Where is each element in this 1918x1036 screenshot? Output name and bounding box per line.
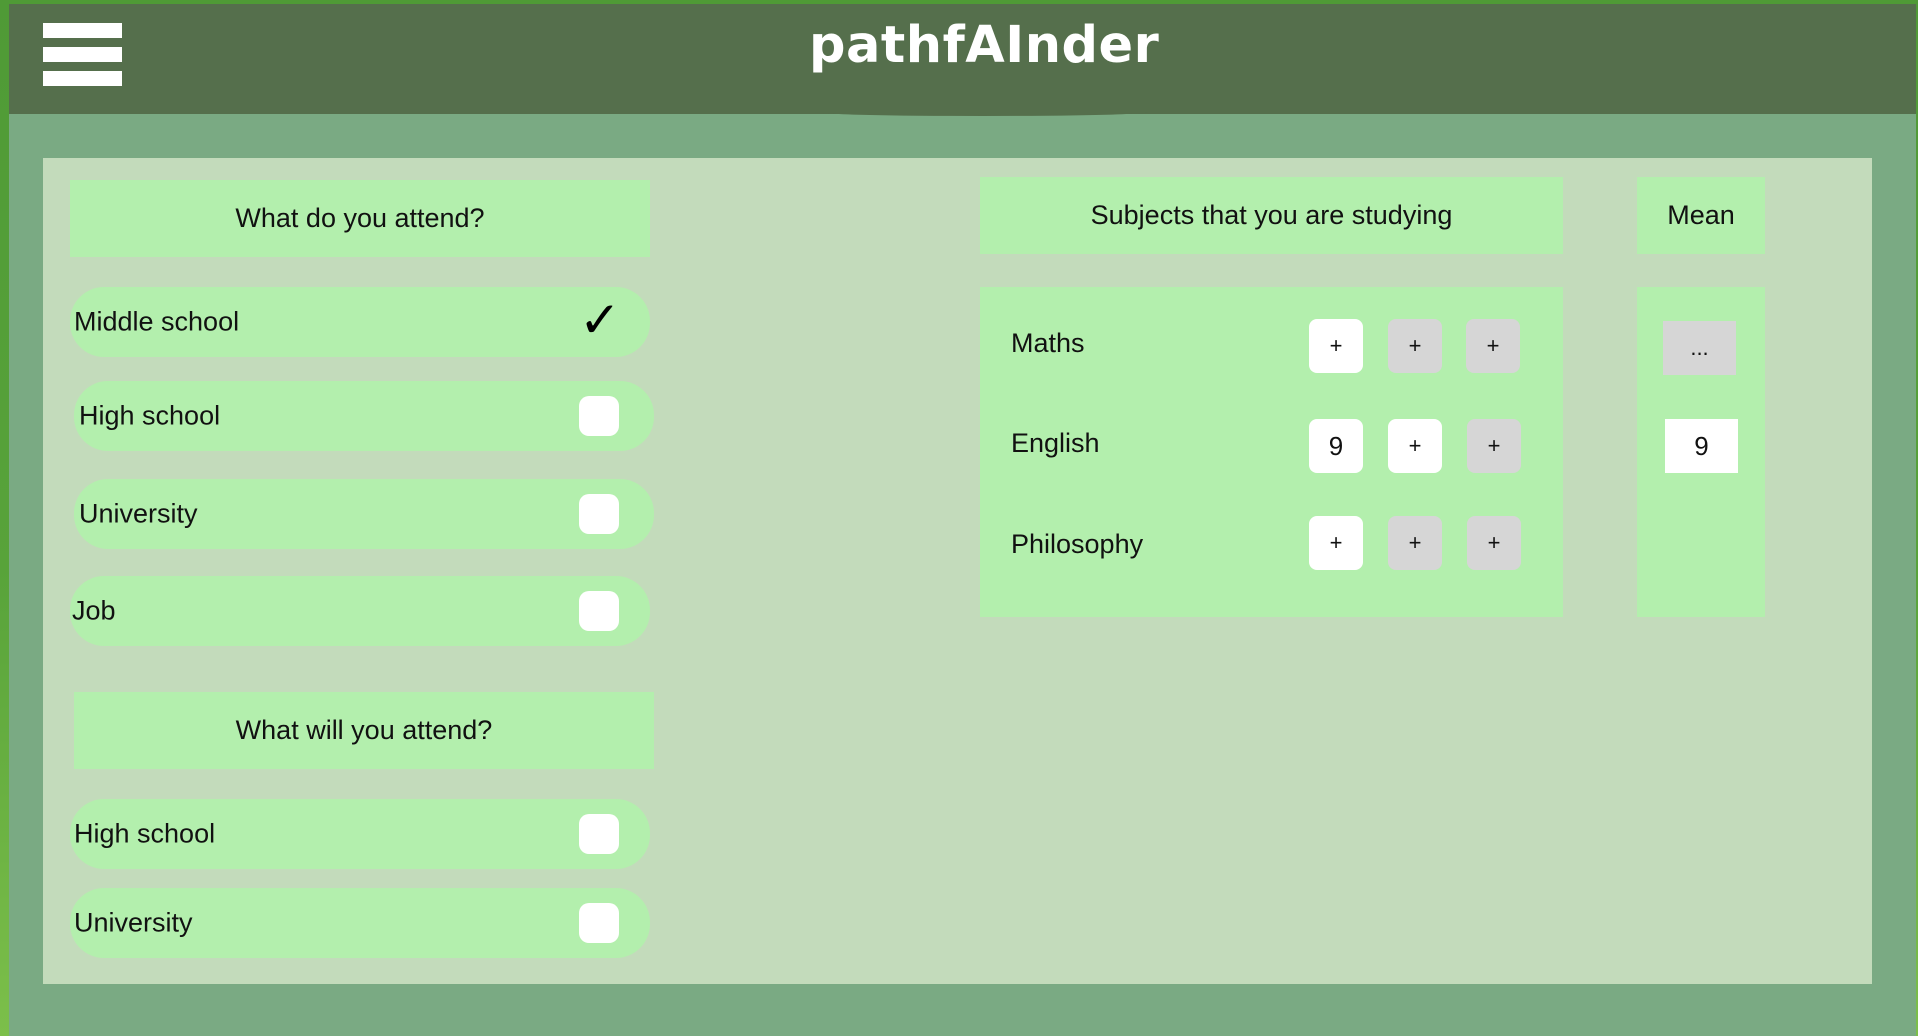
option-university[interactable]: University: [74, 479, 654, 549]
option-label: University: [74, 907, 193, 938]
subjects-heading: Subjects that you are studying: [980, 177, 1563, 254]
future-option-high-school[interactable]: High school: [70, 799, 650, 869]
subject-name: Philosophy: [1011, 529, 1144, 559]
hamburger-menu-icon[interactable]: [43, 23, 122, 86]
grade-add-button[interactable]: +: [1467, 419, 1521, 473]
menu-line: [43, 71, 122, 86]
top-bar-notch: [815, 108, 1150, 116]
option-label: Middle school: [74, 306, 240, 337]
app-title: pathfAInder: [809, 16, 1160, 75]
option-high-school[interactable]: High school: [74, 381, 654, 451]
mean-value-pending: ...: [1663, 321, 1736, 375]
grade-add-button[interactable]: +: [1388, 516, 1442, 570]
option-label: High school: [79, 400, 221, 431]
menu-line: [43, 23, 122, 38]
grade-value[interactable]: 9: [1309, 419, 1363, 473]
attend-now-heading: What do you attend?: [70, 180, 650, 257]
checkbox[interactable]: [579, 396, 619, 436]
attend-future-heading: What will you attend?: [74, 692, 654, 769]
option-label: Job: [72, 595, 116, 626]
subjects-card: Maths + + + English 9 + + Philosophy + +…: [980, 287, 1563, 617]
option-label: University: [79, 498, 198, 529]
checkbox[interactable]: [579, 814, 619, 854]
checkmark-icon: ✓: [579, 291, 621, 349]
mean-value: 9: [1665, 419, 1738, 473]
mean-heading: Mean: [1637, 177, 1765, 254]
grade-add-button[interactable]: +: [1466, 319, 1520, 373]
subject-name: English: [1011, 428, 1100, 458]
mean-card: ... 9: [1637, 287, 1765, 617]
future-option-university[interactable]: University: [70, 888, 650, 958]
grade-add-button[interactable]: +: [1388, 319, 1442, 373]
option-job[interactable]: Job: [70, 576, 650, 646]
checkbox-checked[interactable]: ✓: [579, 294, 621, 346]
checkbox[interactable]: [579, 903, 619, 943]
checkbox[interactable]: [579, 591, 619, 631]
grade-add-button[interactable]: +: [1388, 419, 1442, 473]
option-label: High school: [74, 818, 216, 849]
grade-add-button[interactable]: +: [1309, 319, 1363, 373]
menu-line: [43, 47, 122, 62]
grade-add-button[interactable]: +: [1467, 516, 1521, 570]
subject-name: Maths: [1011, 328, 1085, 358]
option-middle-school[interactable]: Middle school ✓: [70, 287, 650, 357]
grade-add-button[interactable]: +: [1309, 516, 1363, 570]
checkbox[interactable]: [579, 494, 619, 534]
